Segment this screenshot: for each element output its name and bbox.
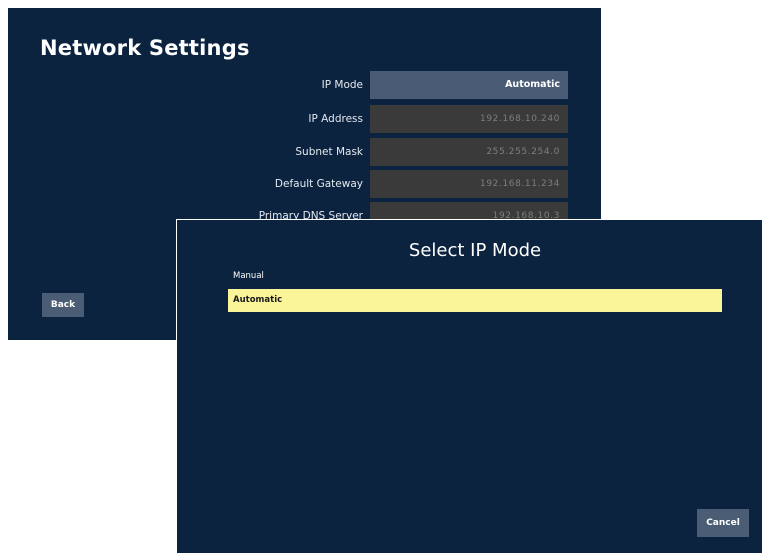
ip-mode-field[interactable]: Automatic xyxy=(370,71,568,99)
option-automatic[interactable]: Automatic xyxy=(228,289,722,312)
settings-row-ip-mode[interactable]: IP Mode Automatic xyxy=(8,71,601,99)
row-label: IP Mode xyxy=(321,79,363,91)
default-gateway-field[interactable]: 192.168.11.234 xyxy=(370,170,568,198)
settings-row-ip-address[interactable]: IP Address 192.168.10.240 xyxy=(8,105,601,133)
option-manual[interactable]: Manual xyxy=(228,265,722,288)
back-button[interactable]: Back xyxy=(42,293,84,317)
settings-row-subnet-mask[interactable]: Subnet Mask 255.255.254.0 xyxy=(8,138,601,166)
settings-row-default-gateway[interactable]: Default Gateway 192.168.11.234 xyxy=(8,170,601,198)
subnet-mask-field[interactable]: 255.255.254.0 xyxy=(370,138,568,166)
row-label: Default Gateway xyxy=(274,178,363,190)
page-title: Network Settings xyxy=(40,36,250,60)
cancel-button[interactable]: Cancel xyxy=(697,509,749,537)
dialog-title: Select IP Mode xyxy=(408,240,542,261)
row-label: Subnet Mask xyxy=(295,146,363,158)
row-label: IP Address xyxy=(308,113,363,125)
select-ip-mode-dialog: Select IP Mode Manual Automatic Cancel xyxy=(177,220,762,553)
ip-address-field[interactable]: 192.168.10.240 xyxy=(370,105,568,133)
